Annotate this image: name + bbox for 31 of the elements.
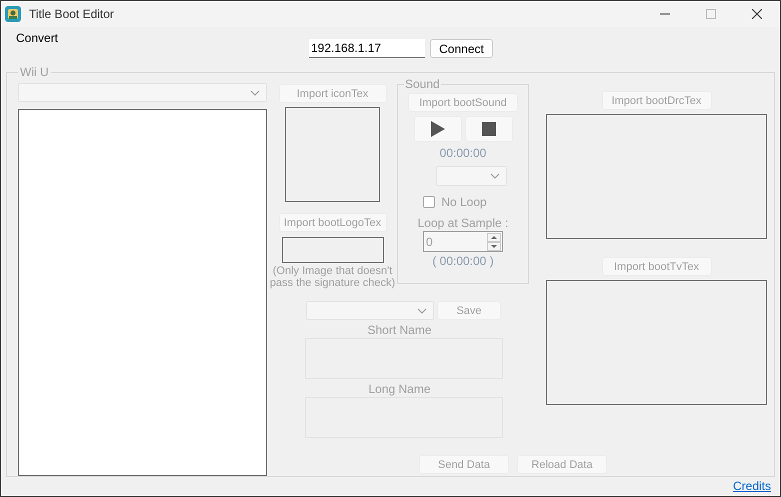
connect-button[interactable]: Connect xyxy=(430,39,493,58)
time-label: 00:00:00 xyxy=(440,146,486,160)
group-title: Wii U xyxy=(19,65,50,79)
stop-button[interactable] xyxy=(464,116,512,142)
dropdown[interactable] xyxy=(306,301,434,320)
title-list[interactable] xyxy=(18,109,267,476)
dropdown[interactable] xyxy=(436,166,506,186)
app-icon xyxy=(5,6,21,22)
play-button[interactable] xyxy=(414,116,462,142)
loop-label: Loop at Sample : xyxy=(418,216,508,230)
play-icon xyxy=(430,121,444,137)
credits-link[interactable]: Credits xyxy=(732,479,771,493)
chevron-icon xyxy=(417,308,427,314)
short-name-label: Short Name xyxy=(367,323,432,337)
maximize-icon xyxy=(706,9,716,19)
sound-title: Sound xyxy=(404,77,441,91)
window-title: Title Boot Editor xyxy=(29,7,114,21)
chevron-icon xyxy=(490,173,500,179)
stop-icon xyxy=(482,122,496,136)
checkbox[interactable] xyxy=(423,196,436,208)
spin-arrows-icon xyxy=(487,232,501,250)
number-spinner[interactable]: 0 xyxy=(423,231,503,252)
note-text: (Only Image that doesn't pass the signature check) xyxy=(268,265,396,289)
loop-time-label: ( 00:00:00 ) xyxy=(432,254,494,268)
menu-item[interactable]: Convert xyxy=(16,31,58,45)
checkbox-label: No Loop xyxy=(441,195,487,209)
chevron-icon xyxy=(250,90,260,96)
spinner-value: 0 xyxy=(426,234,433,248)
ip-field[interactable]: 192.168.1.17 xyxy=(309,39,425,58)
long-name-label: Long Name xyxy=(368,382,431,396)
close-icon[interactable] xyxy=(752,9,762,19)
